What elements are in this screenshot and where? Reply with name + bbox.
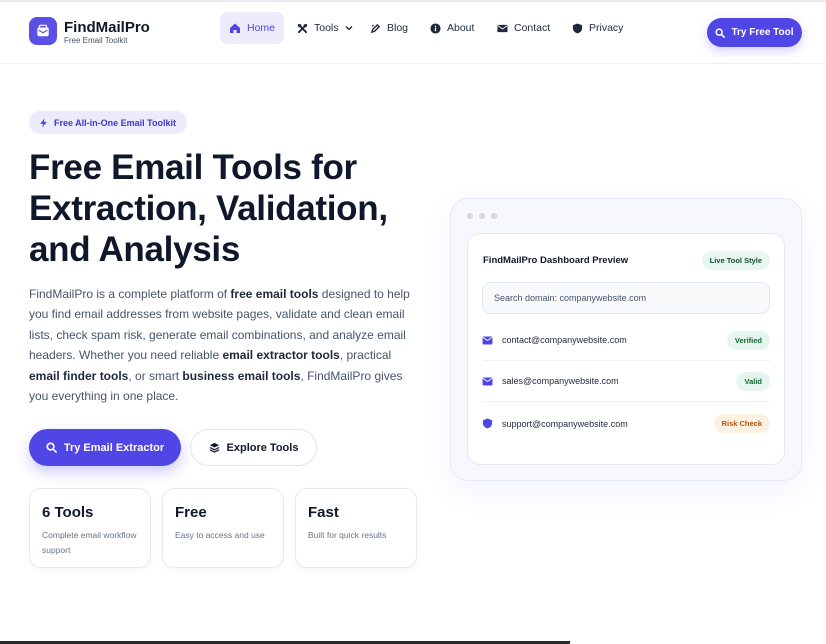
email-address: sales@companywebsite.com — [502, 376, 619, 386]
window-dot — [479, 213, 485, 219]
desc-text-1: FindMailPro is a complete platform of — [29, 287, 231, 301]
hero-title-line-1: Free Email Tools for — [29, 148, 357, 187]
envelope-icon — [482, 335, 493, 345]
nav-blog[interactable]: Blog — [370, 12, 408, 44]
hero-title: Free Email Tools for Extraction, Validat… — [29, 147, 429, 270]
domain-search-input[interactable]: Search domain: companywebsite.com — [482, 282, 770, 314]
desc-bold-3: email finder tools — [29, 368, 129, 383]
logo[interactable] — [29, 17, 57, 45]
tools-icon — [297, 23, 308, 33]
envelope-icon — [482, 376, 493, 386]
try-email-extractor-button[interactable]: Try Email Extractor — [29, 429, 181, 466]
explore-tools-button[interactable]: Explore Tools — [190, 429, 317, 466]
stat-card-free: Free Easy to access and use — [162, 488, 284, 568]
stat-subtitle: Built for quick results — [308, 530, 387, 540]
info-icon — [430, 22, 441, 34]
bolt-icon — [40, 117, 47, 128]
hero-title-line-3: and Analysis — [29, 230, 241, 269]
shield-icon — [482, 418, 493, 429]
email-row: sales@companywebsite.com Valid — [482, 361, 770, 402]
brand-tagline: Free Email Toolkit — [64, 36, 128, 45]
desc-bold-4: business email tools — [182, 368, 301, 383]
status-badge: Risk Check — [713, 414, 770, 433]
window-dot — [467, 213, 473, 219]
email-row: contact@companywebsite.com Verified — [482, 320, 770, 361]
stat-card-fast: Fast Built for quick results — [295, 488, 417, 568]
envelope-icon — [497, 24, 508, 32]
nav-about[interactable]: About — [430, 12, 474, 44]
desc-bold-2: email extractor tools — [222, 348, 340, 363]
try-free-tool-button[interactable]: Try Free Tool — [707, 18, 802, 47]
blog-icon — [370, 23, 381, 33]
explore-tools-label: Explore Tools — [226, 441, 299, 454]
nav-home[interactable]: Home — [220, 12, 285, 44]
nav-contact-label: Contact — [514, 22, 551, 34]
layers-icon — [209, 442, 219, 453]
hero-title-line-2: Extraction, Validation, — [29, 189, 388, 228]
nav-home-label: Home — [247, 22, 276, 34]
hero-badge: Free All-in-One Email Toolkit — [29, 111, 188, 134]
nav-blog-label: Blog — [387, 22, 409, 34]
try-free-tool-label: Try Free Tool — [731, 27, 794, 38]
preview-title: FindMailPro Dashboard Preview — [483, 255, 629, 266]
status-badge: Verified — [726, 330, 770, 350]
stat-title: Fast — [308, 504, 339, 521]
home-icon — [230, 23, 240, 33]
stat-card-tools: 6 Tools Complete email workflow support — [29, 488, 151, 568]
hero-badge-label: Free All-in-One Email Toolkit — [54, 117, 177, 128]
status-badge: Valid — [736, 371, 770, 391]
nav-contact[interactable]: Contact — [497, 12, 550, 44]
stat-title: Free — [175, 504, 207, 521]
stat-subtitle: Complete email workflow support — [42, 530, 137, 555]
nav-privacy-label: Privacy — [589, 22, 624, 34]
mail-logo-icon — [37, 24, 49, 37]
dashboard-preview: FindMailPro Dashboard Preview Live Tool … — [450, 198, 802, 481]
shield-icon — [572, 22, 583, 34]
desc-text-4: , or smart — [128, 368, 183, 383]
hero-description: FindMailPro is a complete platform of fr… — [29, 284, 421, 406]
try-email-extractor-label: Try Email Extractor — [63, 441, 165, 454]
email-row: support@companywebsite.com Risk Check — [482, 403, 770, 444]
search-icon — [46, 442, 57, 453]
live-tool-badge: Live Tool Style — [701, 251, 770, 270]
window-dot — [491, 213, 497, 219]
chevron-down-icon — [345, 26, 352, 31]
nav-about-label: About — [447, 22, 475, 34]
desc-bold-1: free email tools — [230, 287, 319, 301]
nav-tools[interactable]: Tools — [297, 12, 353, 44]
search-icon — [715, 27, 726, 38]
nav-privacy[interactable]: Privacy — [572, 12, 623, 44]
stat-subtitle: Easy to access and use — [175, 530, 265, 540]
email-address: contact@companywebsite.com — [502, 335, 627, 345]
desc-text-3: , practical — [339, 348, 392, 363]
stat-title: 6 Tools — [42, 504, 94, 521]
nav-tools-label: Tools — [314, 22, 339, 34]
email-address: support@companywebsite.com — [502, 418, 628, 429]
brand-name[interactable]: FindMailPro — [64, 19, 150, 36]
site-header: FindMailPro Free Email Toolkit Home Tool… — [0, 2, 826, 64]
preview-card: FindMailPro Dashboard Preview Live Tool … — [467, 233, 785, 465]
